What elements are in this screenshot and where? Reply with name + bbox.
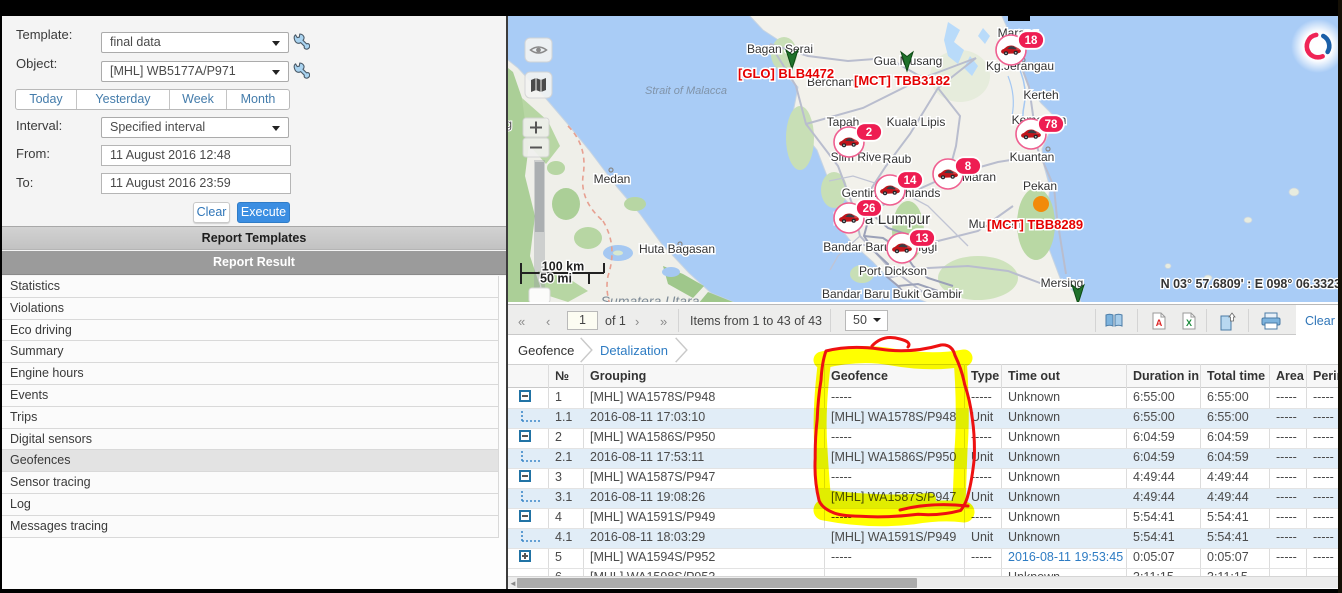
svg-text:Medan: Medan xyxy=(594,172,631,186)
svg-text:Strait of Malacca: Strait of Malacca xyxy=(645,85,727,97)
svg-text:50 mi: 50 mi xyxy=(540,272,572,286)
svg-text:18: 18 xyxy=(1025,35,1038,47)
svg-text:[MCT] TBB8289: [MCT] TBB8289 xyxy=(987,217,1083,232)
svg-text:Bandar Baru Bukit Gambir: Bandar Baru Bukit Gambir xyxy=(822,287,962,301)
svg-text:A: A xyxy=(1156,318,1163,328)
svg-text:[MCT] TBB3182: [MCT] TBB3182 xyxy=(854,73,950,88)
svg-text:2: 2 xyxy=(866,127,872,139)
svg-text:14: 14 xyxy=(904,175,917,187)
svg-text:13: 13 xyxy=(916,233,929,245)
svg-text:[GLO] BLB4472: [GLO] BLB4472 xyxy=(738,66,834,81)
svg-text:Tapah: Tapah xyxy=(827,115,860,129)
svg-text:8: 8 xyxy=(965,161,972,173)
svg-text:N 03° 57.6809' : E 098° 06.332: N 03° 57.6809' : E 098° 06.3323' xyxy=(1161,277,1342,291)
svg-text:Kuantan: Kuantan xyxy=(1010,150,1055,164)
svg-text:Kuala Lipis: Kuala Lipis xyxy=(887,115,946,129)
svg-text:Lading: Lading xyxy=(508,117,512,131)
svg-text:Mersing: Mersing xyxy=(1041,276,1084,290)
svg-text:78: 78 xyxy=(1045,119,1058,131)
svg-text:Bagan Serai: Bagan Serai xyxy=(747,42,813,56)
svg-text:X: X xyxy=(1186,318,1192,328)
svg-text:Bandar Baru: Bandar Baru xyxy=(823,240,890,254)
svg-text:26: 26 xyxy=(863,203,876,215)
svg-text:Sumatera Utara: Sumatera Utara xyxy=(601,293,700,302)
svg-text:Kerteh: Kerteh xyxy=(1023,88,1058,102)
svg-text:Port Dickson: Port Dickson xyxy=(859,264,927,278)
svg-text:Huta Bagasan: Huta Bagasan xyxy=(639,242,715,256)
svg-text:Pekan: Pekan xyxy=(1023,179,1057,193)
svg-text:Raub: Raub xyxy=(883,152,912,166)
